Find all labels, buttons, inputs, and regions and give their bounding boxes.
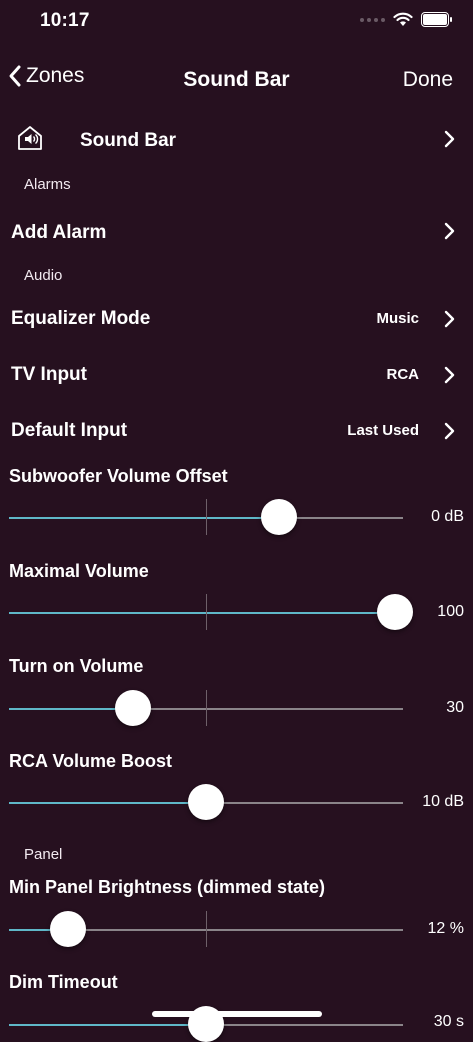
maximal-volume-label: Maximal Volume — [9, 561, 149, 581]
rca-volume-boost-value: 10 dB — [422, 793, 464, 810]
add-alarm-label: Add Alarm — [11, 222, 107, 243]
house-speaker-icon — [18, 126, 42, 150]
back-button[interactable]: Zones — [8, 64, 84, 88]
subwoofer-offset-label: Subwoofer Volume Offset — [9, 466, 228, 486]
slider-center-tick — [206, 499, 207, 535]
slider-center-tick — [206, 911, 207, 947]
done-button[interactable]: Done — [403, 68, 453, 92]
slider-thumb[interactable] — [260, 499, 297, 535]
slider-center-tick — [206, 690, 207, 726]
chevron-right-icon — [444, 310, 455, 328]
home-indicator — [152, 1011, 322, 1017]
chevron-right-icon — [444, 422, 455, 440]
equalizer-mode-label: Equalizer Mode — [11, 308, 151, 329]
dim-timeout-value: 30 s — [433, 1013, 464, 1030]
turn-on-volume-label: Turn on Volume — [9, 656, 144, 676]
slider-thumb[interactable] — [115, 690, 152, 726]
chevron-right-icon — [444, 130, 455, 148]
subwoofer-offset-value: 0 dB — [431, 508, 464, 525]
maximal-volume-value: 100 — [437, 603, 464, 620]
device-row[interactable]: Sound Bar — [0, 118, 473, 164]
default-input-label: Default Input — [11, 420, 128, 441]
chevron-right-icon — [444, 366, 455, 384]
min-panel-brightness-value: 12 % — [427, 920, 464, 937]
add-alarm-row[interactable]: Add Alarm — [0, 212, 473, 252]
slider-fill — [9, 612, 396, 614]
min-panel-brightness-label: Min Panel Brightness (dimmed state) — [9, 877, 326, 897]
wifi-icon — [393, 12, 413, 26]
slider-fill — [9, 1024, 206, 1026]
status-icons — [360, 12, 452, 27]
section-header-audio: Audio — [24, 267, 63, 284]
back-label: Zones — [26, 64, 85, 87]
rca-volume-boost-label: RCA Volume Boost — [9, 751, 173, 771]
default-input-value: Last Used — [347, 422, 419, 439]
tv-input-label: TV Input — [11, 364, 87, 385]
default-input-row[interactable]: Default Input Last Used — [0, 410, 473, 450]
tv-input-value: RCA — [386, 366, 420, 383]
slider-thumb[interactable] — [188, 784, 224, 820]
turn-on-volume-value: 30 — [446, 699, 464, 716]
chevron-right-icon — [444, 222, 455, 240]
slider-thumb[interactable] — [377, 594, 414, 630]
slider-fill — [9, 517, 279, 519]
tv-input-row[interactable]: TV Input RCA — [0, 354, 473, 394]
battery-icon — [421, 12, 452, 27]
signal-icon — [360, 17, 385, 22]
slider-thumb[interactable] — [50, 911, 87, 947]
section-header-alarms: Alarms — [24, 176, 71, 193]
slider-fill — [9, 802, 206, 804]
section-header-panel: Panel — [24, 846, 63, 863]
chevron-left-icon — [9, 65, 21, 87]
dim-timeout-label: Dim Timeout — [9, 972, 118, 992]
equalizer-mode-row[interactable]: Equalizer Mode Music — [0, 298, 473, 338]
slider-center-tick — [206, 594, 207, 630]
device-name: Sound Bar — [80, 130, 177, 151]
equalizer-mode-value: Music — [376, 310, 419, 327]
status-time: 10:17 — [40, 10, 90, 31]
